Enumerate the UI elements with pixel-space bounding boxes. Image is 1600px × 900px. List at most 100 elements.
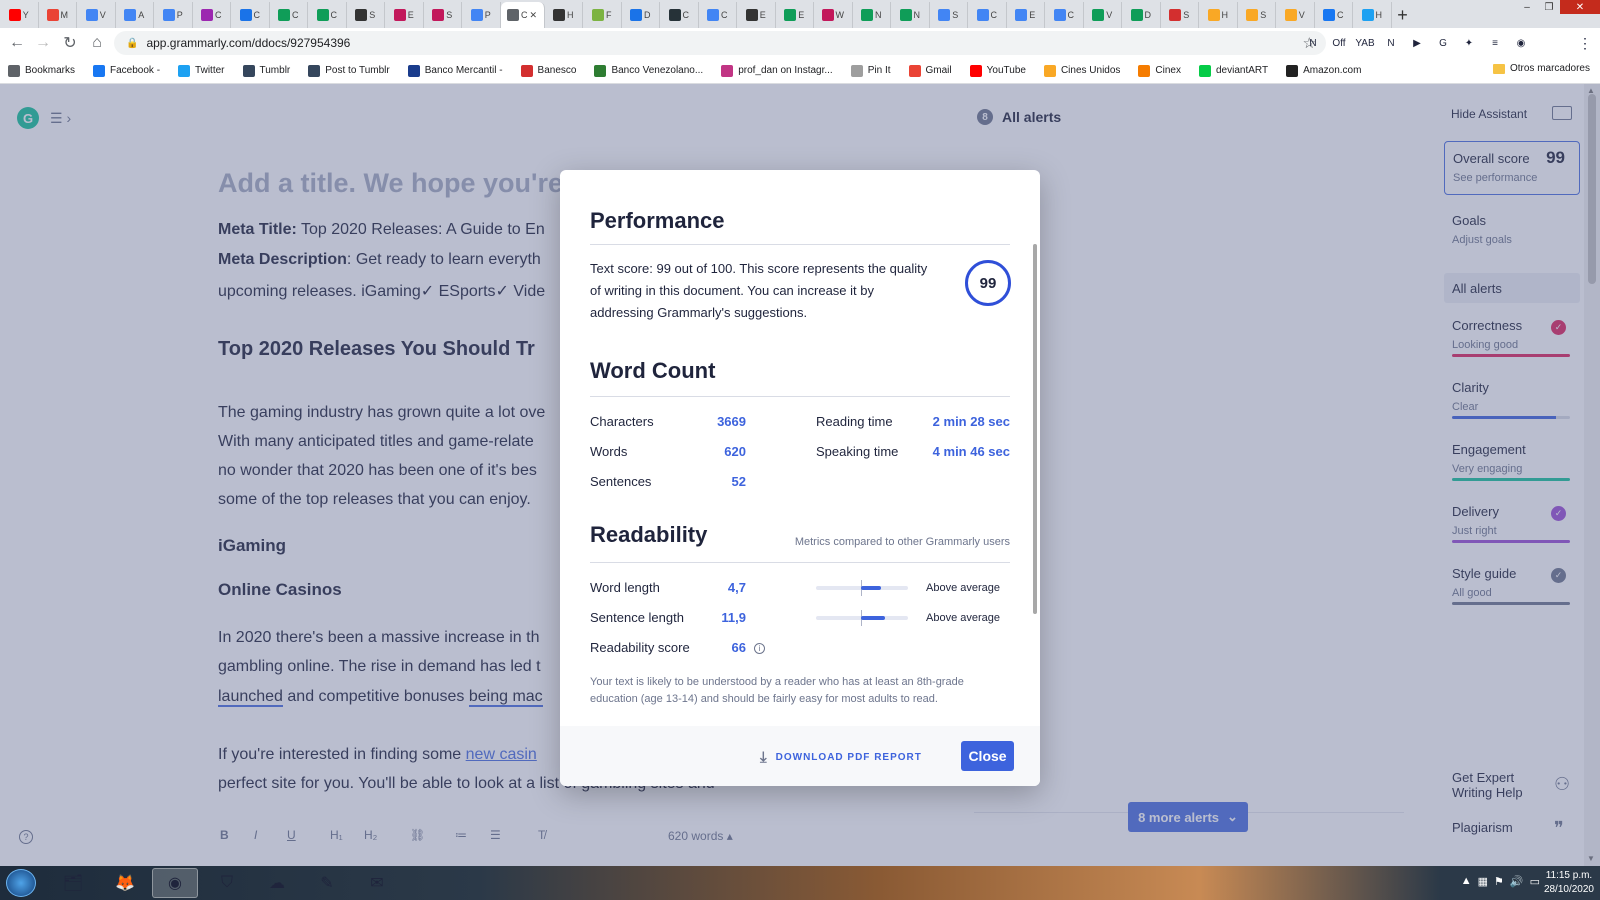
chrome-icon[interactable]: ◉ [152,868,198,898]
extension-icon[interactable]: ✦ [1460,33,1478,53]
notepad-icon[interactable]: ✉ [354,868,400,898]
extension-icon[interactable]: N [1304,33,1322,53]
browser-tab[interactable]: C [270,2,308,28]
bookmark-item[interactable]: Banco Mercantil - [407,64,503,77]
forward-icon[interactable]: → [30,30,56,56]
tools-icon[interactable]: ✎ [304,868,350,898]
browser-tab[interactable]: C [968,2,1007,28]
bookmark-item[interactable]: Banco Venezolano... [594,64,703,77]
readability-explanation: Your text is likely to be understood by … [590,676,964,705]
browser-tab[interactable]: V [1276,2,1315,28]
browser-tab[interactable]: C [660,2,699,28]
browser-tab[interactable]: N [891,2,930,28]
browser-tab[interactable]: M [39,2,77,28]
system-clock[interactable]: 11:15 p.m. 28/10/2020 [1544,869,1594,897]
browser-tab[interactable]: S [347,2,385,28]
bookmark-item[interactable]: prof_dan on Instagr... [721,64,833,77]
browser-tab[interactable]: C [308,2,347,28]
bookmark-item[interactable]: Gmail [908,64,952,77]
browser-tab[interactable]: C [699,2,737,28]
firefox-icon[interactable]: 🦊 [102,868,148,898]
bookmark-item[interactable]: Twitter [178,64,225,77]
bookmark-item[interactable]: YouTube [969,64,1026,77]
browser-tab[interactable]: C [193,2,231,28]
browser-tab[interactable]: E [385,2,424,28]
address-bar[interactable]: 🔒 app.grammarly.com/ddocs/927954396 ☆ [114,31,1326,55]
vpn-icon[interactable]: ⛉ [204,868,250,898]
new-tab-icon[interactable]: + [1392,2,1414,28]
browser-tab[interactable]: Y [0,2,39,28]
maximize-icon[interactable]: ❐ [1538,0,1560,14]
browser-tab[interactable]: W [814,2,853,28]
tray-flag-icon[interactable]: ⚑ [1494,875,1504,888]
browser-tab[interactable]: S [424,2,462,28]
browser-menu-icon[interactable]: ⋮ [1576,33,1594,53]
browser-tab[interactable]: S [1238,2,1276,28]
info-icon[interactable]: i [754,643,765,654]
extension-icon[interactable]: ▶ [1408,33,1426,53]
tab-label: C [215,10,222,20]
bookmark-item[interactable]: Pin It [850,64,891,77]
browser-tab[interactable]: P [462,2,501,28]
tab-favicon-icon [784,9,797,21]
browser-tab[interactable]: C ✕ [500,2,545,28]
bookmark-item[interactable]: Amazon.com [1286,64,1361,77]
word-length-label: Word length [590,580,660,595]
start-button[interactable] [6,869,36,897]
bookmark-item[interactable]: Cines Unidos [1043,64,1120,77]
tray-network-icon[interactable]: ▦ [1478,875,1488,888]
tab-favicon-icon [470,9,483,21]
browser-tab[interactable]: H [1353,2,1392,28]
home-icon[interactable]: ⌂ [84,30,110,56]
browser-tab[interactable]: V [1084,2,1122,28]
bookmark-item[interactable]: Post to Tumblr [308,64,390,77]
bookmark-item[interactable]: Facebook - [93,64,160,77]
browser-tab[interactable]: H [1199,2,1238,28]
bookmark-item[interactable]: Bookmarks [8,64,75,77]
tab-label: D [1144,10,1152,20]
extension-icon[interactable]: N [1382,33,1400,53]
browser-tab[interactable]: E [737,2,776,28]
extension-icon[interactable]: G [1434,33,1452,53]
characters-label: Characters [590,414,654,429]
tray-display-icon[interactable]: ▭ [1530,875,1540,888]
tray-volume-icon[interactable]: 🔊 [1510,875,1524,888]
close-button[interactable]: Close [961,741,1014,771]
browser-tab[interactable]: C [231,2,270,28]
browser-tab[interactable]: F [583,2,622,28]
browser-tab[interactable]: E [1007,2,1045,28]
tab-close-icon[interactable]: ✕ [529,10,537,21]
extension-icon[interactable]: ◉ [1512,33,1530,53]
tab-favicon-icon [707,9,719,21]
close-window-icon[interactable]: ✕ [1560,0,1600,14]
back-icon[interactable]: ← [4,30,30,56]
extension-icon[interactable]: ≡ [1486,33,1504,53]
browser-tab[interactable]: E [776,2,814,28]
extension-icon[interactable]: YAB [1355,33,1374,53]
tab-label: H [567,10,574,20]
browser-tab[interactable]: D [622,2,660,28]
reload-icon[interactable]: ↻ [57,30,83,56]
explorer-icon[interactable]: 🗂 [50,868,96,898]
bookmark-item[interactable]: Cinex [1138,64,1181,77]
bookmark-item[interactable]: Banesco [520,64,576,77]
bookmark-item[interactable]: Tumblr [242,64,290,77]
browser-tab[interactable]: A [116,2,154,28]
minimize-icon[interactable]: – [1516,0,1538,14]
other-bookmarks[interactable]: Otros marcadores [1492,63,1590,74]
browser-tab[interactable]: P [154,2,193,28]
browser-tab[interactable]: V [77,2,116,28]
tray-app-icon[interactable]: ▲ [1461,875,1472,888]
browser-tab[interactable]: C [1315,2,1353,28]
bookmark-item[interactable]: deviantART [1199,64,1268,77]
browser-tab[interactable]: C [1045,2,1084,28]
modal-scrollbar[interactable] [1033,244,1037,614]
download-pdf-button[interactable]: ⤓ DOWNLOAD PDF REPORT [760,749,922,766]
browser-tab[interactable]: S [1161,2,1199,28]
browser-tab[interactable]: S [930,2,968,28]
browser-tab[interactable]: N [853,2,891,28]
browser-tab[interactable]: D [1122,2,1161,28]
browser-tab[interactable]: H [545,2,583,28]
cloud-app-icon[interactable]: ☁ [254,868,300,898]
extension-icon[interactable]: Off [1330,33,1348,53]
